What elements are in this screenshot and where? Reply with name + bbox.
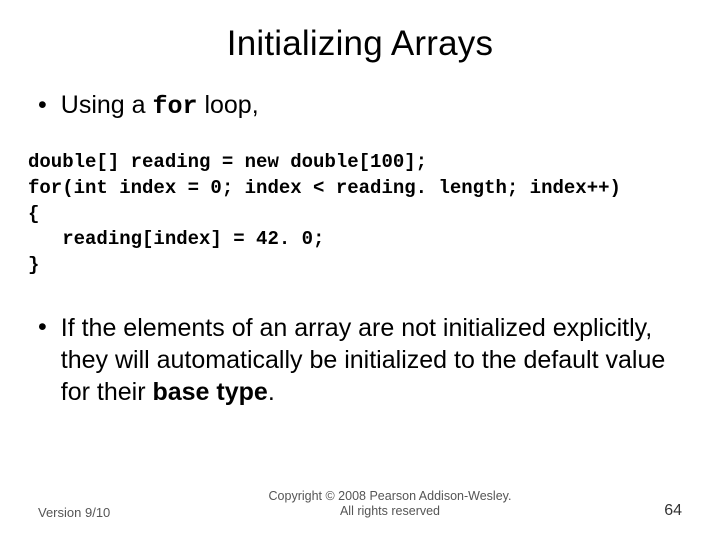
code-line-1: double[] reading = new double[100];	[28, 151, 427, 173]
slide: Initializing Arrays • Using a for loop, …	[0, 0, 720, 540]
bullet-2-part2: .	[268, 378, 275, 406]
bullet-1-prefix: Using a	[61, 91, 153, 119]
bullet-2: • If the elements of an array are not in…	[38, 312, 686, 408]
code-block: double[] reading = new double[100]; for(…	[28, 150, 692, 278]
slide-title: Initializing Arrays	[28, 24, 692, 64]
code-line-2: for(int index = 0; index < reading. leng…	[28, 177, 621, 199]
bullet-1-code: for	[152, 92, 197, 121]
bullet-dot-icon: •	[38, 312, 47, 343]
code-line-5: }	[28, 254, 39, 276]
footer-copyright-line1: Copyright © 2008 Pearson Addison-Wesley.	[269, 489, 512, 503]
footer-copyright: Copyright © 2008 Pearson Addison-Wesley.…	[158, 489, 622, 520]
bullet-1-text: Using a for loop,	[61, 90, 259, 122]
code-line-3: {	[28, 203, 39, 225]
bullet-2-bold: base type	[152, 378, 267, 406]
bullet-dot-icon: •	[38, 93, 47, 118]
bullet-2-text: If the elements of an array are not init…	[61, 312, 686, 408]
footer-copyright-line2: All rights reserved	[340, 504, 440, 518]
footer-version: Version 9/10	[38, 505, 158, 520]
footer-page-number: 64	[622, 502, 682, 520]
bullet-1-suffix: loop,	[198, 91, 259, 119]
bullet-1: • Using a for loop,	[38, 90, 692, 122]
slide-footer: Version 9/10 Copyright © 2008 Pearson Ad…	[0, 489, 720, 520]
code-line-4: reading[index] = 42. 0;	[28, 228, 324, 250]
